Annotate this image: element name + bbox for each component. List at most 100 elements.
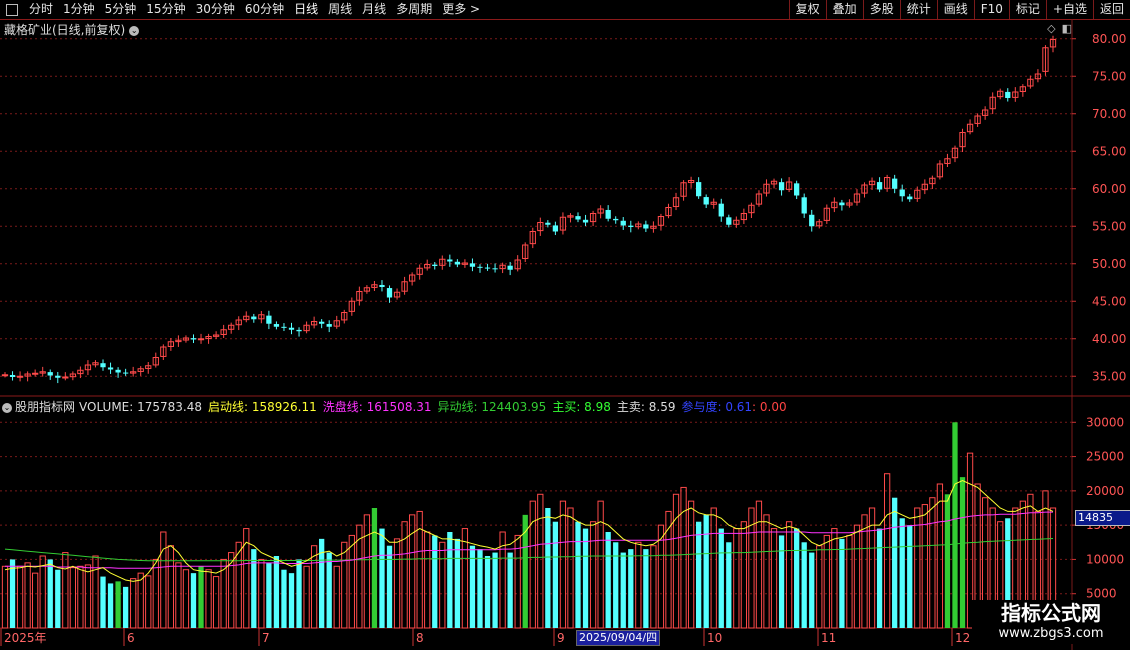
price-tick-label: 45.00	[1092, 294, 1126, 308]
volume-bar	[137, 572, 144, 629]
candle	[522, 242, 529, 263]
candle	[1042, 45, 1049, 76]
chevron-down-icon[interactable]: ⌄	[2, 403, 12, 413]
candle	[228, 322, 235, 334]
volume-bar	[303, 565, 310, 629]
candle	[861, 182, 868, 198]
volume-bar	[620, 552, 626, 628]
candle	[251, 313, 257, 323]
volume-bar	[296, 559, 302, 628]
candle-body	[9, 374, 16, 377]
candle	[310, 316, 318, 329]
price-tick-label: 75.00	[1092, 69, 1126, 83]
candle	[55, 371, 61, 384]
volume-bar	[809, 552, 815, 628]
candle-body	[319, 321, 325, 324]
candle	[537, 217, 544, 236]
volume-bar	[198, 566, 204, 628]
candle	[552, 221, 559, 236]
candle	[1019, 84, 1026, 97]
volume-bar	[755, 500, 763, 629]
candle	[145, 362, 152, 374]
volume-bar	[733, 528, 740, 629]
candle	[92, 360, 99, 368]
candle	[929, 175, 936, 189]
volume-bar	[537, 493, 544, 629]
candle	[846, 199, 853, 208]
candle-body	[469, 263, 476, 267]
candle	[687, 176, 695, 188]
candle	[477, 264, 483, 273]
volume-bar	[801, 542, 807, 628]
volume-bar	[794, 528, 800, 628]
candle	[1012, 87, 1019, 102]
volume-bar	[363, 514, 371, 629]
candle	[348, 297, 355, 316]
price-tick-label: 40.00	[1092, 332, 1126, 346]
candle-body	[575, 216, 581, 220]
volume-bar	[605, 532, 611, 628]
volume-bar	[952, 422, 958, 628]
candle	[794, 180, 800, 200]
volume-bar	[507, 552, 513, 628]
volume-bar	[597, 500, 604, 629]
volume-bar	[175, 562, 182, 629]
xipan-value: 洗盘线: 161508.31	[322, 400, 432, 414]
candle	[567, 213, 574, 223]
volume-bar	[770, 528, 778, 629]
volume-bar	[24, 562, 31, 629]
time-tick-label: 6	[127, 631, 135, 645]
volume-bar	[107, 583, 114, 628]
volume-bar	[628, 549, 634, 628]
candle-body	[62, 376, 69, 379]
volume-bar	[589, 521, 597, 629]
candle	[643, 220, 649, 233]
candle	[951, 145, 959, 163]
candle	[205, 333, 212, 344]
volume-bar	[205, 569, 212, 629]
candle	[529, 227, 536, 249]
volume-bar	[552, 521, 559, 628]
candle-body	[32, 372, 39, 375]
volume-bar	[936, 483, 944, 629]
candle	[982, 106, 989, 120]
price-tick-label: 55.00	[1092, 219, 1126, 233]
candle-body	[477, 266, 483, 268]
candle-body	[552, 225, 559, 232]
volume-bar	[167, 545, 175, 629]
volume-bar	[876, 528, 883, 628]
kline-chart[interactable]: 80.00 75.00 70.00 65.00 60.00 55.00 50.00 45.00…	[0, 0, 1130, 650]
candle-body	[1005, 91, 1011, 98]
candle-body	[892, 178, 898, 189]
candle	[432, 262, 438, 270]
volume-bar	[703, 514, 709, 628]
candle	[876, 177, 883, 193]
candle	[883, 174, 891, 192]
candle	[371, 281, 378, 291]
volume-bar	[726, 542, 732, 628]
volume-bar	[9, 559, 16, 628]
volume-bar	[492, 552, 498, 628]
watermark-title: 指标公式网	[1001, 601, 1101, 625]
volume-bar	[393, 538, 401, 629]
candle	[959, 128, 966, 152]
candle	[620, 217, 626, 230]
volume-bar	[687, 500, 695, 629]
candle	[966, 119, 974, 135]
candle	[657, 213, 665, 231]
volume-bar	[477, 549, 483, 628]
time-tick-label: 9	[557, 631, 565, 645]
candle	[703, 194, 709, 209]
current-volume-tag: 14835	[1075, 510, 1130, 526]
volume-bar	[575, 521, 581, 628]
candle	[740, 208, 748, 224]
candle-body	[273, 324, 280, 327]
candle-body	[582, 219, 589, 223]
candle	[763, 179, 770, 197]
candle-body	[907, 196, 913, 200]
zhumai2-value: 主卖: 8.59	[616, 400, 676, 414]
candle	[605, 205, 611, 222]
volume-bar	[281, 569, 287, 628]
candle-body	[545, 222, 551, 225]
candle	[755, 190, 763, 207]
